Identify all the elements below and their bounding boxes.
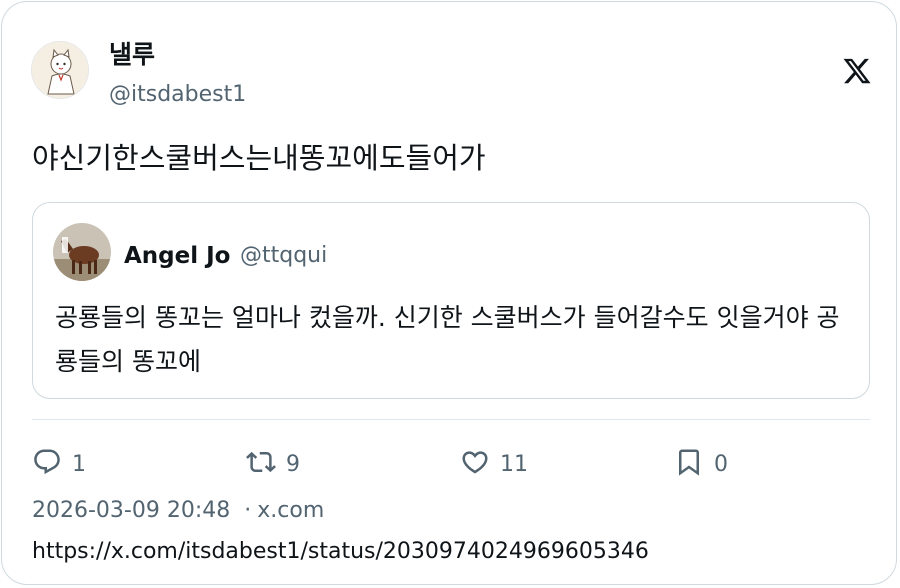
quoted-tweet[interactable]: Angel Jo @ttqqui 공룡들의 똥꼬는 얼마나 컸을까. 신기한 스… [32, 202, 870, 399]
reply-button[interactable]: 1 [32, 440, 86, 484]
tweet-url[interactable]: https://x.com/itsdabest1/status/20309740… [32, 537, 649, 567]
quoted-handle[interactable]: @ttqqui [240, 241, 327, 271]
author-display-name[interactable]: 낼루 [109, 39, 155, 71]
divider [32, 419, 870, 420]
retweet-arrows-icon [246, 451, 276, 473]
meta-separator: · [244, 498, 252, 523]
reply-count: 1 [72, 452, 86, 477]
cat-drawing-icon [32, 42, 88, 98]
bookmark-icon [679, 449, 699, 476]
like-count: 11 [500, 452, 528, 477]
bookmark-count: 0 [714, 452, 728, 477]
like-button[interactable]: 11 [460, 440, 528, 484]
quoted-display-name[interactable]: Angel Jo [124, 241, 231, 271]
x-logo-icon[interactable] [842, 56, 872, 86]
author-handle[interactable]: @itsdabest1 [109, 80, 246, 110]
timestamp[interactable]: 2026-03-09 20:48 [32, 498, 230, 523]
heart-icon [462, 451, 488, 474]
horse-photo-icon [53, 223, 111, 281]
tweet-meta: 2026-03-09 20:48 · x.com [32, 496, 324, 526]
quoted-tweet-text: 공룡들의 똥꼬는 얼마나 컸을까. 신기한 스쿨버스가 들어갈수도 잇을거야 공… [55, 303, 840, 376]
tweet-card: 낼루 @itsdabest1 야신기한스쿨버스는내똥꼬에도들어가 Angel J… [1, 1, 897, 585]
speech-bubble-icon [34, 449, 60, 475]
retweet-button[interactable]: 9 [246, 440, 300, 484]
quoted-author-avatar[interactable] [53, 223, 111, 281]
tweet-text: 야신기한스쿨버스는내똥꼬에도들어가 [32, 141, 486, 175]
source-link[interactable]: x.com [257, 498, 324, 523]
author-avatar[interactable] [31, 41, 89, 99]
bookmark-button[interactable]: 0 [674, 440, 728, 484]
retweet-count: 9 [286, 452, 300, 477]
